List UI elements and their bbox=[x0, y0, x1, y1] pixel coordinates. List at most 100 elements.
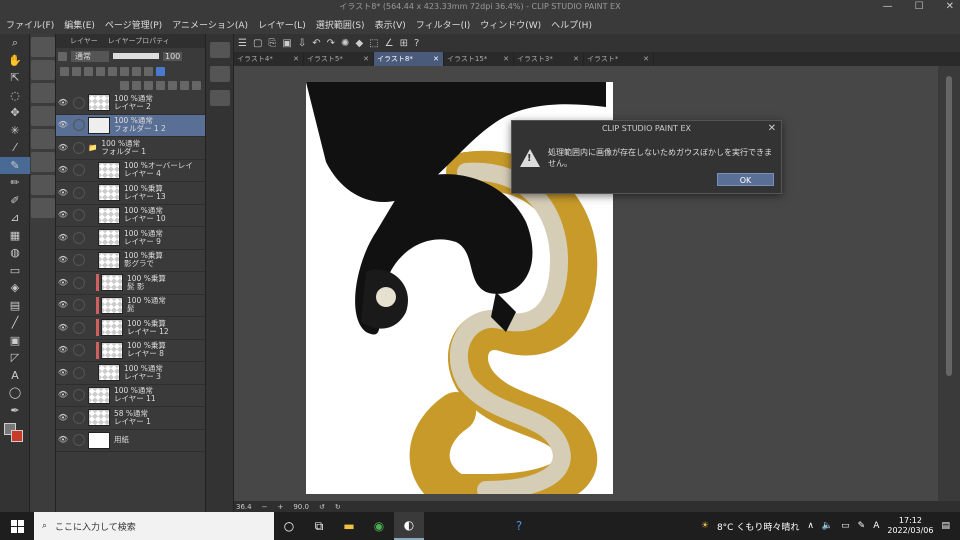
lock-icon[interactable] bbox=[73, 164, 85, 177]
tab-canvas[interactable]: イラスト* ✕ bbox=[584, 52, 654, 66]
close-window-button[interactable]: ✕ bbox=[946, 0, 954, 14]
lock-icon[interactable] bbox=[73, 321, 85, 334]
zoom-in-icon[interactable]: + bbox=[277, 503, 283, 511]
lock-icon[interactable] bbox=[73, 411, 85, 424]
eye-icon[interactable]: 👁 bbox=[56, 211, 70, 219]
eye-icon[interactable]: 👁 bbox=[56, 188, 70, 197]
pen-icon[interactable]: ✎ bbox=[858, 521, 866, 531]
balloon-tool-icon[interactable]: ◯ bbox=[0, 384, 30, 402]
layer-row[interactable]: 👁 100 %通常 レイヤー 9 bbox=[56, 227, 205, 250]
menu-page[interactable]: ページ管理(P) bbox=[105, 18, 162, 31]
new-canvas-icon[interactable]: ▢ bbox=[253, 38, 262, 49]
lock-icon[interactable] bbox=[73, 434, 85, 447]
menu-view[interactable]: 表示(V) bbox=[375, 18, 406, 31]
close-tab-icon[interactable]: ✕ bbox=[363, 52, 369, 66]
clip-studio-icon[interactable]: ◐ bbox=[394, 512, 424, 540]
sub-tool-icon[interactable] bbox=[31, 60, 55, 80]
eye-icon[interactable]: 👁 bbox=[56, 121, 70, 129]
sub-tool-icon[interactable] bbox=[31, 152, 55, 172]
lock-icon[interactable] bbox=[73, 254, 85, 267]
clock[interactable]: 17:12 2022/03/06 bbox=[887, 516, 933, 536]
layer-option-icon[interactable] bbox=[132, 66, 141, 76]
eye-icon[interactable]: 👁 bbox=[56, 436, 70, 444]
speaker-icon[interactable]: 🔈 bbox=[822, 521, 833, 531]
save-icon[interactable]: ▣ bbox=[282, 38, 291, 49]
mask-icon[interactable] bbox=[180, 80, 189, 90]
menu-animation[interactable]: アニメーション(A) bbox=[172, 18, 248, 31]
zoom-tool-icon[interactable]: ⌕ bbox=[0, 34, 30, 52]
layer-option-icon[interactable] bbox=[120, 66, 129, 76]
frame-tool-icon[interactable]: ▣ bbox=[0, 332, 30, 350]
pen-tool-icon[interactable]: ✎ bbox=[0, 156, 30, 174]
eraser-tool-icon[interactable]: ▭ bbox=[0, 262, 30, 280]
navigator-icon[interactable] bbox=[210, 42, 230, 58]
layer-row[interactable]: 👁 100 %通常 レイヤー 11 bbox=[56, 385, 205, 407]
lock-icon[interactable] bbox=[73, 389, 85, 402]
menu-icon[interactable]: ☰ bbox=[238, 38, 247, 49]
opacity-slider[interactable] bbox=[113, 53, 159, 59]
layer-row[interactable]: 👁 100 %通常髭 bbox=[56, 295, 205, 317]
layer-row[interactable]: 👁 100 %乗算 レイヤー 12 bbox=[56, 317, 205, 340]
menu-layer[interactable]: レイヤー(L) bbox=[258, 18, 306, 31]
eye-icon[interactable]: 👁 bbox=[56, 301, 70, 309]
eye-icon[interactable]: 👁 bbox=[56, 143, 70, 152]
snap-ruler-icon[interactable]: ∠ bbox=[385, 38, 394, 49]
close-tab-icon[interactable]: ✕ bbox=[293, 52, 299, 66]
blend-tool-icon[interactable]: ◍ bbox=[0, 244, 30, 262]
ime-indicator[interactable]: A bbox=[873, 521, 879, 531]
vertical-scrollbar[interactable] bbox=[938, 66, 960, 501]
layer-option-icon[interactable] bbox=[60, 66, 69, 76]
fill-icon[interactable]: ◆ bbox=[355, 38, 363, 49]
eye-icon[interactable]: 👁 bbox=[56, 233, 70, 242]
eye-icon[interactable]: 👁 bbox=[56, 166, 70, 174]
layer-option-icon[interactable] bbox=[84, 66, 93, 76]
correct-line-tool-icon[interactable]: ✒ bbox=[0, 402, 30, 420]
fill-tool-icon[interactable]: ◈ bbox=[0, 279, 30, 297]
layer-row[interactable]: 👁 58 %通常 レイヤー 1 bbox=[56, 407, 205, 430]
layer-row[interactable]: 👁 📁 100 %通常 フォルダー 1 bbox=[56, 137, 205, 160]
close-tab-icon[interactable]: ✕ bbox=[433, 52, 439, 66]
menu-file[interactable]: ファイル(F) bbox=[6, 18, 54, 31]
tab-canvas[interactable]: イラスト15* ✕ bbox=[444, 52, 514, 66]
lock-icon[interactable] bbox=[73, 276, 85, 289]
airbrush-tool-icon[interactable]: ⊿ bbox=[0, 209, 30, 227]
menu-filter[interactable]: フィルター(I) bbox=[416, 18, 471, 31]
layer-row[interactable]: 👁 100 %通常 レイヤー 3 bbox=[56, 362, 205, 385]
close-tab-icon[interactable]: ✕ bbox=[573, 52, 579, 66]
eye-icon[interactable]: 👁 bbox=[56, 368, 70, 377]
lock-icon[interactable] bbox=[73, 366, 85, 379]
sub-tool-icon[interactable] bbox=[31, 198, 55, 218]
auto-select-tool-icon[interactable]: ✳ bbox=[0, 122, 30, 140]
tab-layer[interactable]: レイヤー bbox=[70, 36, 98, 46]
layer-option-icon[interactable] bbox=[72, 66, 81, 76]
tab-layer-property[interactable]: レイヤープロパティ bbox=[108, 36, 170, 46]
menu-window[interactable]: ウィンドウ(W) bbox=[480, 18, 541, 31]
sub-tool-icon[interactable] bbox=[31, 83, 55, 103]
snap-grid-icon[interactable]: ⊞ bbox=[400, 38, 408, 49]
tab-canvas-active[interactable]: イラスト8* ✕ bbox=[374, 52, 444, 66]
menu-edit[interactable]: 編集(E) bbox=[64, 18, 95, 31]
open-icon[interactable]: ⎘ bbox=[268, 38, 276, 49]
lock-icon[interactable] bbox=[73, 231, 85, 244]
notification-icon[interactable]: ▤ bbox=[941, 521, 950, 531]
layer-row[interactable]: 👁 100 %乗算 影グラで bbox=[56, 250, 205, 272]
hand-tool-icon[interactable]: ✋ bbox=[0, 52, 30, 70]
cortana-icon[interactable]: ○ bbox=[274, 512, 304, 540]
blend-mode-select[interactable]: 通常 bbox=[71, 50, 109, 62]
layer-color-icon[interactable] bbox=[156, 66, 165, 76]
layer-option-icon[interactable] bbox=[96, 66, 105, 76]
rotate-left-icon[interactable]: ↺ bbox=[319, 503, 325, 511]
sub-tool-icon[interactable] bbox=[31, 37, 55, 57]
clear-icon[interactable]: ✺ bbox=[341, 38, 349, 49]
color-swatches[interactable] bbox=[0, 419, 29, 449]
task-view-icon[interactable]: ⧉ bbox=[304, 512, 334, 540]
sub-tool-icon[interactable] bbox=[31, 106, 55, 126]
eye-icon[interactable]: 👁 bbox=[56, 391, 70, 399]
lock-icon[interactable] bbox=[73, 344, 85, 357]
menu-selection[interactable]: 選択範囲(S) bbox=[316, 18, 365, 31]
close-tab-icon[interactable]: ✕ bbox=[503, 52, 509, 66]
merge-layer-icon[interactable] bbox=[168, 80, 177, 90]
opacity-value[interactable]: 100 bbox=[163, 51, 183, 61]
menu-help[interactable]: ヘルプ(H) bbox=[551, 18, 592, 31]
eye-icon[interactable]: 👁 bbox=[56, 413, 70, 422]
